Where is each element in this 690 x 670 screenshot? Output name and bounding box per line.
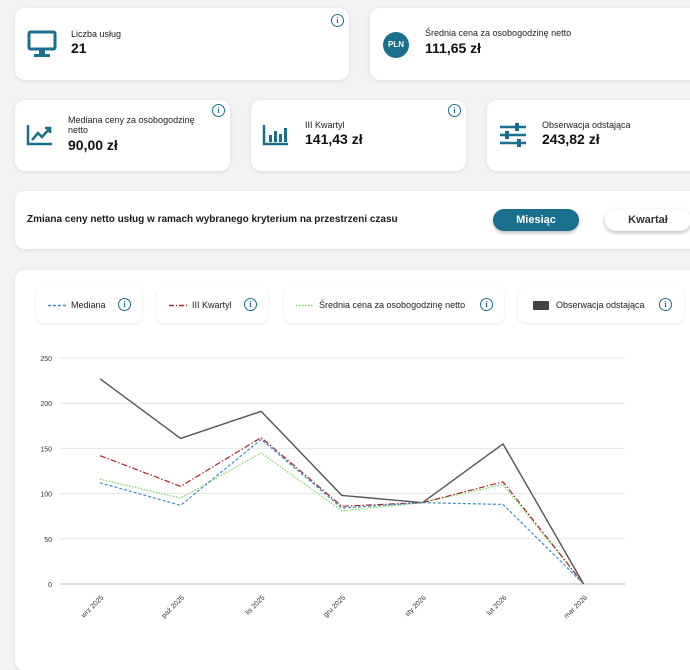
price-line-chart: 0 50 100 150 200 250 wrz 2025 paź 2025 lis 2025 g…	[40, 356, 625, 620]
x-tick-label: paź 2025	[161, 594, 186, 619]
x-tick-label: sty 2026	[404, 594, 428, 618]
x-tick-label: gru 2025	[323, 594, 348, 619]
stat-card-outlier: Obserwacja odstająca 243,82 zł	[487, 100, 690, 171]
y-tick-label: 250	[40, 356, 52, 363]
legend-outlier-swatch	[533, 301, 549, 310]
median-price-value: 90,00 zł	[68, 137, 118, 153]
bar-chart-icon	[262, 125, 288, 146]
legend-outlier[interactable]: Obserwacja odstająca i	[518, 287, 684, 323]
legend-median-swatch	[48, 304, 66, 307]
service-count-value: 21	[71, 40, 87, 56]
month-button[interactable]: Miesiąc	[493, 209, 579, 231]
legend-avg-label: Średnia cena za osobogodzinę netto	[319, 300, 466, 310]
info-icon[interactable]: i	[212, 104, 225, 117]
legend-median[interactable]: Mediana i	[36, 287, 142, 323]
x-tick-label: lut 2026	[486, 594, 509, 617]
avg-price-label: Średnia cena za osobogodzinę netto	[425, 28, 572, 38]
q3-label: III Kwartyl	[305, 120, 345, 130]
series-median-line	[99, 438, 585, 585]
stat-card-median-price: Mediana ceny za osobogodzinę netto 90,00…	[15, 100, 230, 171]
legend-q3-swatch	[169, 304, 187, 307]
info-icon[interactable]: i	[480, 298, 493, 311]
info-icon[interactable]: i	[331, 14, 344, 27]
series-avg-line	[99, 452, 585, 585]
legend-avg[interactable]: Średnia cena za osobogodzinę netto i	[284, 287, 504, 323]
y-tick-label: 50	[44, 537, 52, 544]
trend-up-icon	[26, 125, 52, 146]
legend-q3[interactable]: III Kwartyl i	[157, 287, 268, 323]
y-tick-label: 200	[40, 401, 52, 408]
outlier-label: Obserwacja odstająca	[542, 120, 631, 130]
x-tick-label: mar 2026	[563, 594, 589, 620]
period-filter-bar: Zmiana ceny netto usług w ramach wybrane…	[15, 191, 690, 249]
median-price-label: Mediana ceny za osobogodzinę netto	[68, 115, 195, 135]
y-tick-label: 0	[48, 582, 52, 589]
q3-value: 141,43 zł	[305, 131, 363, 147]
info-icon[interactable]: i	[244, 298, 257, 311]
series-outlier-line	[99, 378, 585, 585]
sliders-icon	[500, 123, 526, 147]
x-tick-label: wrz 2025	[80, 594, 106, 620]
monitor-icon	[27, 30, 57, 57]
info-icon[interactable]: i	[448, 104, 461, 117]
legend-q3-label: III Kwartyl	[192, 300, 232, 310]
legend-median-label: Mediana	[71, 300, 106, 310]
y-tick-label: 100	[40, 492, 52, 499]
legend-outlier-label: Obserwacja odstająca	[556, 300, 645, 310]
stat-card-service-count: Liczba usług 21 i	[15, 8, 349, 80]
x-tick-label: lis 2025	[245, 594, 267, 616]
info-icon[interactable]: i	[659, 298, 672, 311]
quarter-button[interactable]: Kwartał	[605, 209, 690, 231]
service-count-label: Liczba usług	[71, 29, 122, 39]
info-icon[interactable]: i	[118, 298, 131, 311]
legend-avg-swatch	[296, 304, 314, 307]
stat-card-avg-price: PLN Średnia cena za osobogodzinę netto 1…	[370, 8, 690, 80]
filter-title: Zmiana ceny netto usług w ramach wybrane…	[27, 214, 398, 225]
stat-card-q3: III Kwartyl 141,43 zł i	[251, 100, 466, 171]
outlier-value: 243,82 zł	[542, 131, 600, 147]
y-tick-label: 150	[40, 446, 52, 453]
pln-badge-icon: PLN	[383, 32, 409, 58]
avg-price-value: 111,65 zł	[425, 40, 482, 56]
